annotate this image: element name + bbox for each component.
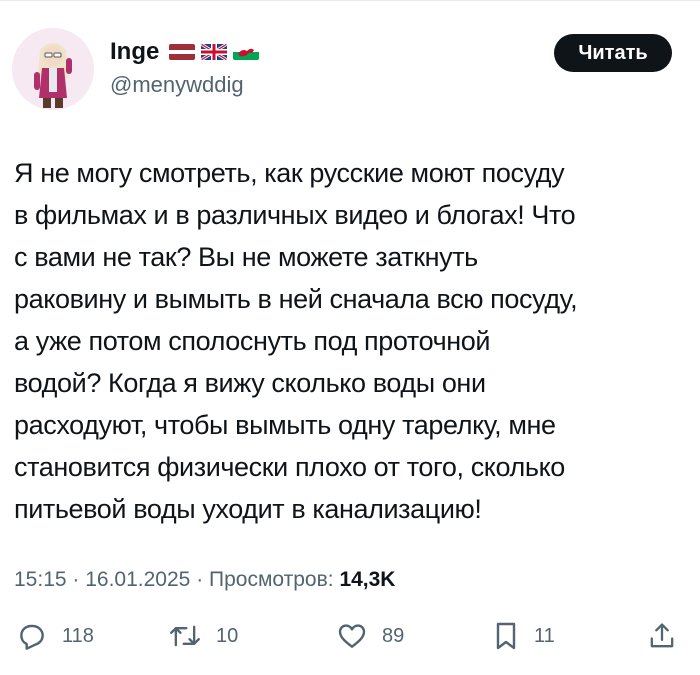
tweet-text: Я не могу смотреть, как русские моют пос… [14, 152, 694, 530]
heart-icon [338, 624, 366, 648]
tweet-date[interactable]: 16.01.2025 [85, 568, 190, 591]
bookmark-count: 11 [534, 624, 555, 647]
repost-count: 10 [216, 624, 239, 647]
latvia-flag-icon [169, 44, 196, 60]
top-divider [0, 0, 700, 1]
views-label: Просмотров: [209, 568, 334, 591]
user-info: Inge @menywddig [110, 38, 260, 98]
action-bar: 118 10 89 11 [0, 620, 700, 664]
meta-separator: · [196, 568, 210, 591]
tweet-line: питьевой воды уходит в канализацию! [14, 494, 482, 524]
bookmark-icon [496, 622, 516, 650]
tweet-line: раковину и вымыть в ней сначала всю посу… [14, 284, 578, 314]
share-button[interactable] [648, 620, 676, 652]
avatar[interactable] [12, 28, 94, 110]
repost-button[interactable]: 10 [168, 620, 238, 652]
wales-flag-icon [233, 44, 260, 60]
tweet-line: с вами не так? Вы не можете заткнуть [14, 242, 478, 272]
follow-button[interactable]: Читать [554, 34, 672, 72]
like-button[interactable]: 89 [336, 620, 404, 652]
views-count: 14,3K [339, 568, 396, 591]
uk-flag-icon [201, 44, 228, 60]
tweet-line: водой? Когда я вижу сколько воды они [14, 368, 486, 398]
meta-separator: · [72, 568, 86, 591]
tweet-line: становится физически плохо от того, скол… [14, 452, 565, 482]
reply-icon [20, 624, 44, 650]
tweet-line: а уже потом сполоснуть под проточной [14, 326, 491, 356]
like-count: 89 [382, 624, 405, 647]
tweet-line: расходуют, чтобы вымыть одну тарелку, мн… [14, 410, 556, 440]
avatar-figure-icon [12, 28, 94, 110]
reply-button[interactable]: 118 [16, 620, 94, 652]
repost-icon [170, 625, 200, 647]
user-name[interactable]: Inge [110, 38, 159, 66]
tweet-line: Я не могу смотреть, как русские моют пос… [14, 158, 565, 188]
share-icon [650, 623, 674, 648]
reply-count: 118 [62, 624, 94, 647]
tweet-line: в фильмах и в различных видео и блогах! … [14, 200, 576, 230]
tweet-time[interactable]: 15:15 [14, 568, 67, 591]
flags [169, 44, 260, 60]
bookmark-button[interactable]: 11 [492, 620, 555, 652]
user-handle[interactable]: @menywddig [110, 72, 259, 98]
tweet-meta: 15:15 · 16.01.2025 · Просмотров: 14,3K [14, 568, 395, 592]
